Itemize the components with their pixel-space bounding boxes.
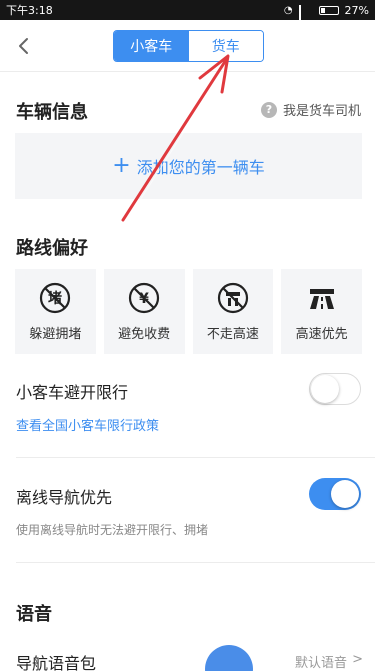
pref-avoid-toll[interactable]: ¥ 避免收费	[103, 269, 185, 354]
pref-label: 避免收费	[118, 327, 171, 342]
voice-pack-value: 默认语音	[294, 656, 347, 671]
pref-label: 躲避拥堵	[29, 327, 82, 342]
add-vehicle-button[interactable]: + 添加您的第一辆车	[15, 133, 362, 199]
divider	[16, 562, 375, 563]
section-title-route: 路线偏好	[16, 238, 88, 259]
restriction-label: 小客车避开限行	[16, 383, 129, 402]
offline-toggle[interactable]	[309, 478, 361, 510]
tab-truck[interactable]: 货车	[188, 31, 263, 61]
highway-priority-icon	[309, 289, 334, 309]
restriction-toggle[interactable]	[309, 373, 361, 405]
avoid-toll-icon: ¥	[129, 282, 160, 314]
route-preference-options: 堵 躲避拥堵 ¥ 避免收费 不走高速	[15, 269, 362, 354]
voice-pack-label: 导航语音包	[16, 654, 97, 671]
restriction-policy-link[interactable]: 查看全国小客车限行政策	[16, 415, 159, 434]
question-icon: ?	[260, 101, 277, 118]
pref-avoid-congestion[interactable]: 堵 躲避拥堵	[15, 269, 96, 354]
divider	[16, 457, 375, 458]
section-title-voice: 语音	[16, 604, 52, 625]
plus-icon: +	[112, 153, 131, 178]
battery-percent: 27%	[344, 3, 369, 17]
truck-driver-label: 我是货车司机	[282, 104, 361, 119]
pref-no-highway[interactable]: 不走高速	[192, 269, 274, 354]
avoid-congestion-icon: 堵	[40, 282, 71, 314]
settings-page: 车辆信息 ? 我是货车司机 + 添加您的第一辆车 路线偏好 堵 躲避拥堵 ¥ 避…	[0, 72, 375, 671]
status-bar: 下午3:18 ◔ 27%	[0, 0, 375, 30]
vehicle-type-switch: 小客车 货车	[113, 30, 264, 62]
add-vehicle-label: 添加您的第一辆车	[136, 158, 265, 177]
battery-icon	[318, 5, 339, 15]
tab-car[interactable]: 小客车	[114, 31, 189, 61]
offline-label: 离线导航优先	[16, 488, 113, 507]
voice-pack-row[interactable]: 导航语音包 默认语音 >	[0, 648, 375, 671]
truck-driver-link[interactable]: ? 我是货车司机	[260, 100, 361, 119]
section-title-vehicle: 车辆信息	[16, 102, 88, 123]
pref-highway-priority[interactable]: 高速优先	[281, 269, 362, 354]
pref-label: 高速优先	[295, 327, 348, 342]
pref-label: 不走高速	[206, 327, 259, 342]
wifi-icon: ◔	[283, 4, 293, 16]
no-highway-icon	[217, 282, 248, 314]
status-time: 下午3:18	[6, 4, 53, 17]
offline-description: 使用离线导航时无法避开限行、拥堵	[16, 523, 209, 537]
chevron-right-icon: >	[352, 652, 363, 667]
navigation-bar: 小客车 货车	[0, 20, 375, 72]
signal-icon	[298, 5, 313, 30]
back-icon[interactable]	[12, 34, 36, 58]
